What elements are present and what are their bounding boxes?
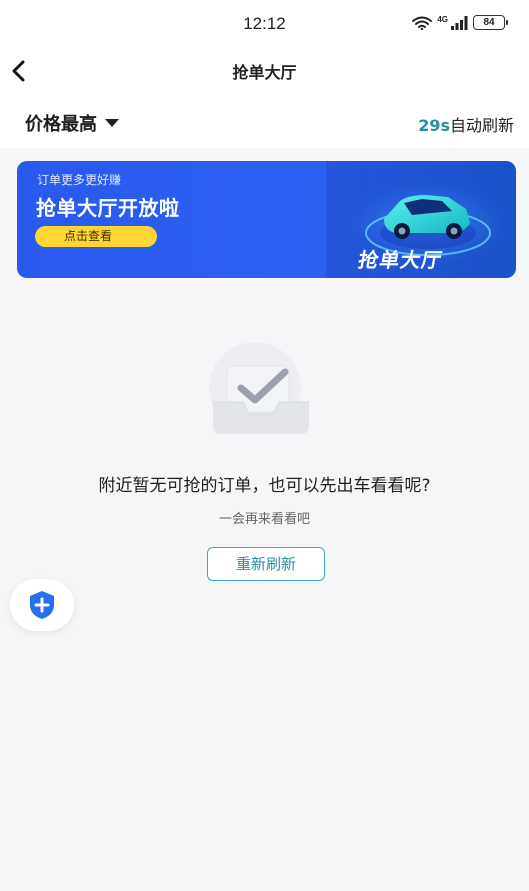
promo-banner[interactable]: 订单更多更好赚 抢单大厅开放啦 点击查看 抢单大厅 [17, 161, 516, 278]
safety-center-button[interactable] [10, 579, 74, 631]
auto-refresh-indicator: 29s 自动刷新 [418, 112, 514, 136]
filter-bar: 价格最高 29s 自动刷新 [0, 100, 529, 144]
battery-icon: 84 [473, 15, 508, 30]
empty-state: 附近暂无可抢的订单，也可以先出车看看呢? 一会再来看看吧 重新刷新 [0, 340, 529, 600]
status-bar: 12:12 4G 84 [0, 0, 529, 48]
wifi-icon [412, 16, 433, 30]
network-type-label: 4G [437, 15, 448, 24]
page-title: 抢单大厅 [232, 63, 297, 82]
nav-bar: 抢单大厅 [0, 48, 529, 92]
empty-state-subtitle: 一会再来看看吧 [218, 512, 310, 527]
banner-title: 抢单大厅开放啦 [36, 196, 180, 220]
header: 12:12 4G 84 抢单大厅 价格最高 29s 自动刷新 [0, 0, 529, 148]
banner-subtitle: 订单更多更好赚 [37, 173, 122, 187]
refresh-countdown: 29s [418, 116, 450, 135]
empty-state-title: 附近暂无可抢的订单，也可以先出车看看呢? [98, 476, 431, 496]
shield-plus-icon [30, 591, 54, 619]
sort-label: 价格最高 [25, 114, 97, 135]
banner-art-label: 抢单大厅 [356, 248, 444, 272]
caret-down-icon [105, 119, 119, 127]
status-icons: 4G 84 [412, 15, 508, 30]
auto-refresh-label: 自动刷新 [449, 116, 514, 135]
empty-inbox-check-icon [209, 342, 309, 434]
refresh-button[interactable]: 重新刷新 [207, 547, 325, 581]
battery-level: 84 [483, 17, 495, 28]
banner-cta-button[interactable]: 点击查看 [35, 226, 157, 247]
sort-dropdown[interactable]: 价格最高 [25, 110, 119, 136]
signal-icon [451, 15, 468, 30]
car-illustration: 抢单大厅 [326, 161, 516, 278]
